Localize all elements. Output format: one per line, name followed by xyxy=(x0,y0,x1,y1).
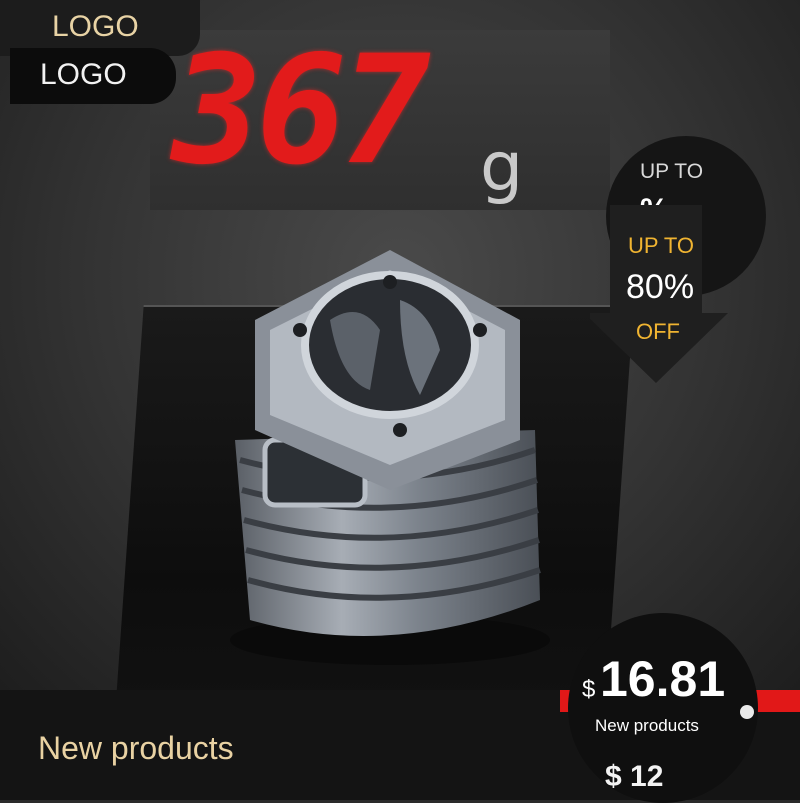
logo-tab-front: LOGO xyxy=(10,48,176,104)
logo-text-back: LOGO xyxy=(52,10,139,43)
discount-upto: UP TO xyxy=(628,233,695,258)
discount-percent: 80% xyxy=(626,268,695,306)
discount-off: OFF xyxy=(636,319,680,344)
price-currency: $ xyxy=(582,676,596,703)
footer-title: New products xyxy=(38,730,234,766)
badge-ghost-upto: UP TO xyxy=(640,160,704,183)
price-caption: New products xyxy=(595,716,699,735)
corner-dot xyxy=(740,705,754,719)
price-ghost-text: $ 12 xyxy=(605,760,664,793)
price-amount: 16.81 xyxy=(600,651,726,707)
logo-text-front: LOGO xyxy=(40,58,127,91)
